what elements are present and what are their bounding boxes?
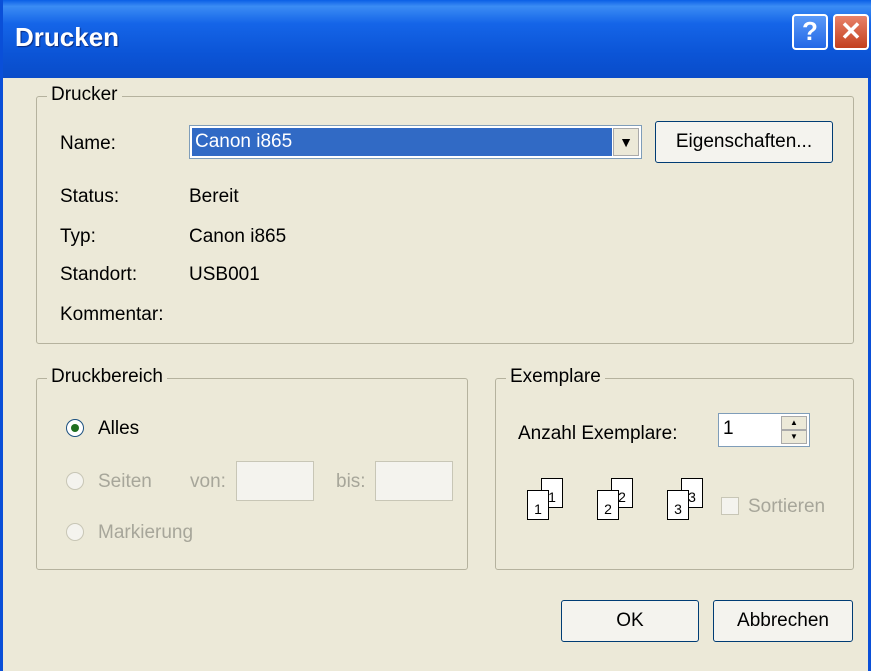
radio-selection-label[interactable]: Markierung bbox=[98, 522, 193, 544]
status-value: Bereit bbox=[189, 186, 239, 207]
help-button[interactable]: ? bbox=[792, 14, 828, 50]
name-label: Name: bbox=[60, 133, 116, 154]
to-label: bis: bbox=[336, 471, 366, 492]
page-icon: 2 bbox=[597, 490, 619, 520]
copies-count-label: Anzahl Exemplare: bbox=[518, 423, 678, 444]
type-label: Typ: bbox=[60, 226, 96, 247]
window-title: Drucken bbox=[15, 22, 120, 52]
spin-down-icon[interactable]: ▼ bbox=[781, 430, 807, 444]
copies-count-value: 1 bbox=[723, 418, 734, 439]
radio-all-label[interactable]: Alles bbox=[98, 418, 139, 440]
close-button[interactable]: ✕ bbox=[833, 14, 869, 50]
close-icon: ✕ bbox=[840, 16, 862, 46]
radio-pages[interactable] bbox=[66, 472, 84, 490]
status-label: Status: bbox=[60, 186, 120, 207]
copies-legend: Exemplare bbox=[506, 366, 605, 388]
copies-count-stepper[interactable]: 1 ▲ ▼ bbox=[718, 413, 810, 447]
radio-all[interactable] bbox=[66, 419, 84, 437]
radio-dot bbox=[71, 424, 79, 432]
to-page-input[interactable] bbox=[375, 461, 453, 501]
title-bar[interactable]: Drucken ? ✕ bbox=[3, 0, 871, 78]
radio-selection[interactable] bbox=[66, 523, 84, 541]
from-label: von: bbox=[190, 471, 226, 492]
print-range-legend: Druckbereich bbox=[47, 366, 167, 388]
page-icon: 3 bbox=[667, 490, 689, 520]
properties-button[interactable]: Eigenschaften... bbox=[655, 121, 833, 163]
spin-up-icon[interactable]: ▲ bbox=[781, 416, 807, 430]
print-dialog: Drucken ? ✕ Drucker Name: Canon i865 ▼ E… bbox=[0, 0, 871, 671]
ok-button[interactable]: OK bbox=[561, 600, 699, 642]
location-label: Standort: bbox=[60, 264, 138, 285]
printer-select[interactable]: Canon i865 ▼ bbox=[189, 125, 642, 159]
cancel-button[interactable]: Abbrechen bbox=[713, 600, 853, 642]
radio-pages-label[interactable]: Seiten bbox=[98, 471, 152, 493]
from-page-input[interactable] bbox=[236, 461, 314, 501]
comment-label: Kommentar: bbox=[60, 304, 164, 325]
location-value: USB001 bbox=[189, 264, 260, 285]
copies-group: Exemplare bbox=[495, 366, 854, 570]
chevron-down-icon[interactable]: ▼ bbox=[613, 128, 639, 156]
page-icon: 1 bbox=[527, 490, 549, 520]
collate-label[interactable]: Sortieren bbox=[748, 496, 825, 518]
type-value: Canon i865 bbox=[189, 226, 287, 247]
help-icon: ? bbox=[802, 16, 818, 46]
printer-select-value: Canon i865 bbox=[192, 128, 612, 156]
printer-group-legend: Drucker bbox=[47, 84, 122, 106]
collate-checkbox[interactable] bbox=[721, 497, 739, 515]
